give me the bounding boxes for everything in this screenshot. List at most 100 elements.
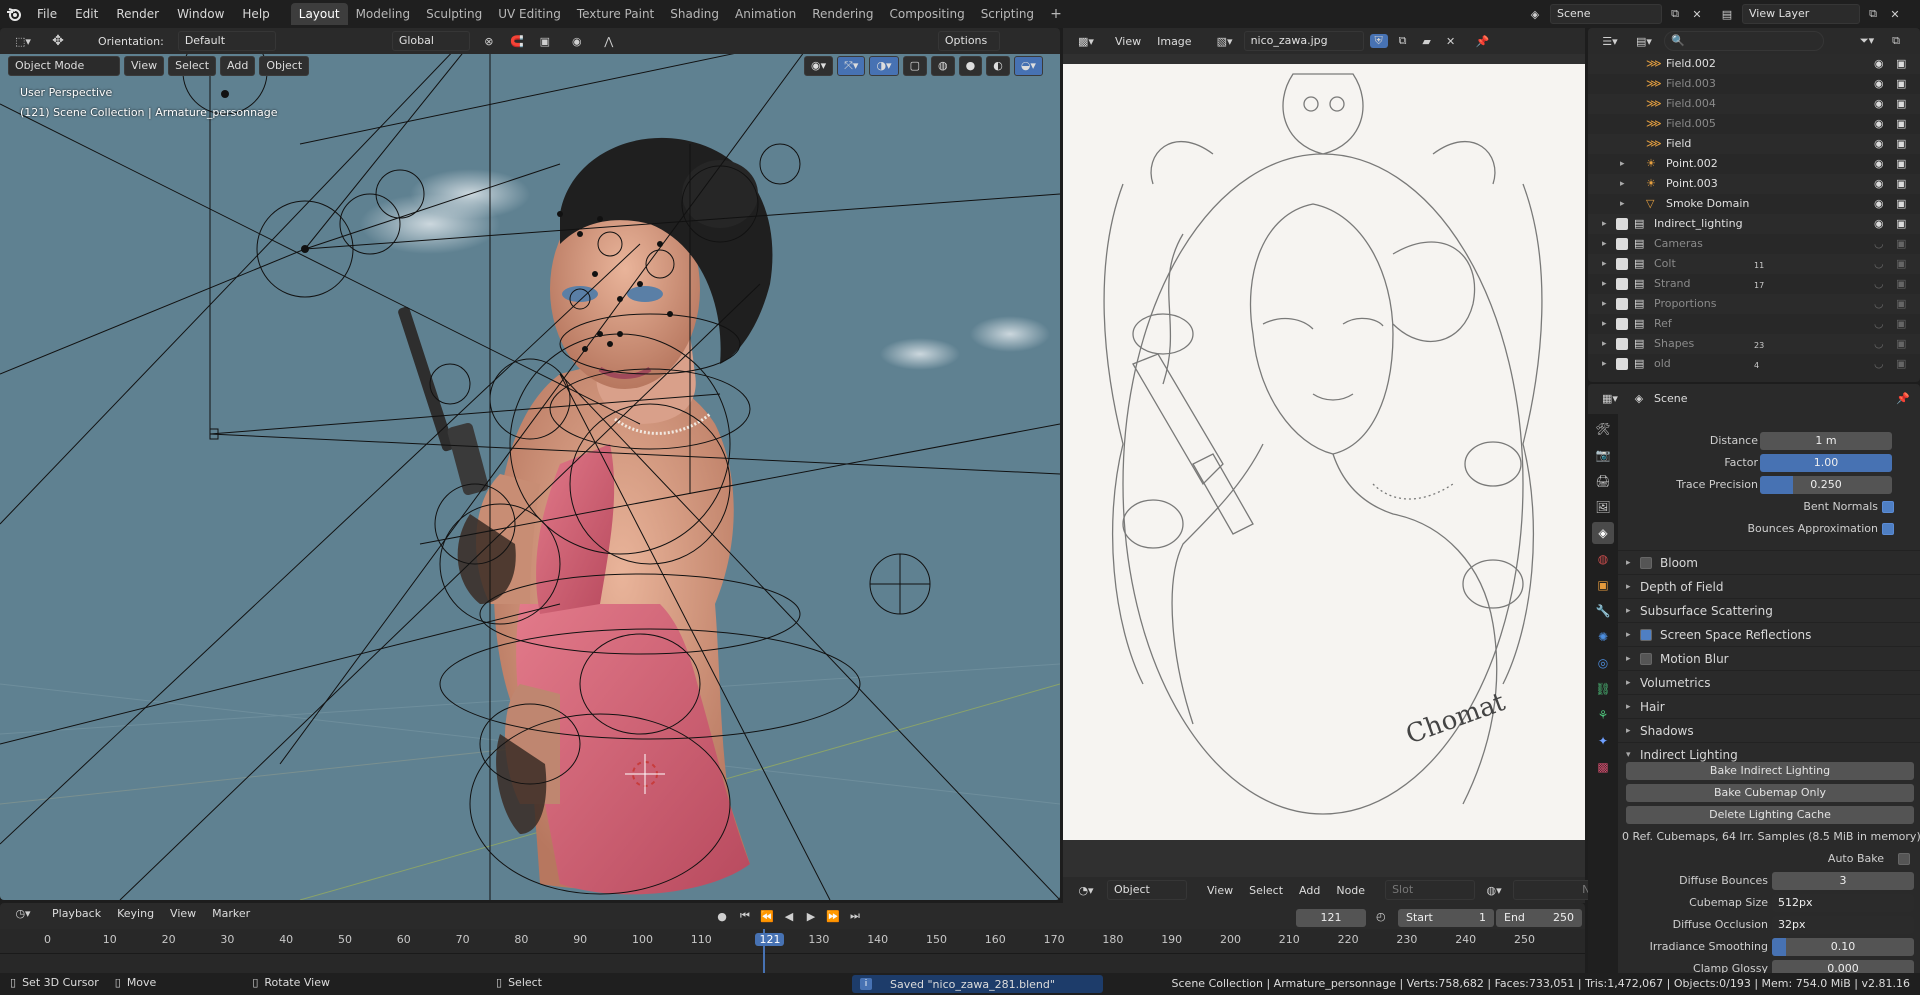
bake-indirect-lighting-button[interactable]: Bake Indirect Lighting xyxy=(1626,762,1914,780)
xray-icon[interactable]: ▢ xyxy=(902,56,927,76)
irradiance-smoothing-slider[interactable]: 0.10 xyxy=(1772,938,1914,956)
transform-tool-icon[interactable]: ✥ xyxy=(44,33,72,49)
tool-tab-icon[interactable]: 🛠 xyxy=(1592,418,1614,440)
outliner-row[interactable]: ▸ ▤ Proportions ◡ ▣ xyxy=(1588,294,1920,314)
menu-window[interactable]: Window xyxy=(168,0,233,28)
current-frame-field[interactable]: 121 xyxy=(1296,909,1366,927)
solid-shading-icon[interactable]: ● xyxy=(958,56,983,76)
options-dropdown[interactable]: Options xyxy=(937,31,1000,51)
filter-icon[interactable]: ⏷▾ xyxy=(1854,34,1880,48)
image-menu-view[interactable]: View xyxy=(1115,35,1141,48)
visibility-eye-icon[interactable]: ◉ xyxy=(1874,174,1884,194)
collection-checkbox[interactable] xyxy=(1616,318,1628,330)
output-tab-icon[interactable]: 🖨 xyxy=(1592,470,1614,492)
timeline-menu-view[interactable]: View xyxy=(170,907,196,920)
collection-checkbox[interactable] xyxy=(1616,238,1628,250)
fake-user-icon[interactable]: ⛨ xyxy=(1369,34,1388,48)
viewport-menu-add[interactable]: Add xyxy=(220,56,256,76)
collection-checkbox[interactable] xyxy=(1616,278,1628,290)
prev-keyframe-icon[interactable]: ⏪ xyxy=(758,909,776,923)
diffuse-occlusion-dropdown[interactable]: 32px xyxy=(1772,916,1914,934)
diffuse-bounces-field[interactable]: 3 xyxy=(1772,872,1914,890)
expand-arrow-icon[interactable]: ▸ xyxy=(1620,174,1625,194)
bent-normals-checkbox[interactable] xyxy=(1882,501,1894,513)
next-keyframe-icon[interactable]: ⏩ xyxy=(824,909,842,923)
outliner-row[interactable]: ▸ ☀ Point.002 ◉ ▣ xyxy=(1588,154,1920,174)
outliner-row[interactable]: ⋙ Field ◉ ▣ xyxy=(1588,134,1920,154)
visibility-eye-icon[interactable]: ◡ xyxy=(1874,274,1884,294)
node-menu-select[interactable]: Select xyxy=(1249,884,1283,897)
clock-icon[interactable]: ◴ xyxy=(1376,910,1386,923)
new-collection-icon[interactable]: ⧉ xyxy=(1886,34,1906,48)
delete-view-layer-icon[interactable]: ✕ xyxy=(1886,8,1904,21)
proportional-edit-icon[interactable]: ◉ xyxy=(564,35,590,48)
collection-checkbox[interactable] xyxy=(1616,258,1628,270)
pin-icon[interactable]: 📌 xyxy=(1474,35,1492,48)
menu-render[interactable]: Render xyxy=(107,0,168,28)
render-camera-icon[interactable]: ▣ xyxy=(1896,254,1906,274)
blender-logo-icon[interactable] xyxy=(0,0,28,28)
scene-tab-icon[interactable]: ◈ xyxy=(1592,522,1614,544)
panel-toggle-checkbox[interactable] xyxy=(1640,557,1652,569)
render-camera-icon[interactable]: ▣ xyxy=(1896,314,1906,334)
pin-properties-icon[interactable]: 📌 xyxy=(1896,392,1910,405)
open-image-icon[interactable]: ▰ xyxy=(1418,35,1436,48)
visibility-eye-icon[interactable]: ◡ xyxy=(1874,334,1884,354)
timeline-menu-keying[interactable]: Keying xyxy=(117,907,154,920)
outliner-row[interactable]: ▸ ▤ old 4 ◡ ▣ xyxy=(1588,354,1920,374)
outliner-row[interactable]: ⋙ Field.004 ◉ ▣ xyxy=(1588,94,1920,114)
outliner[interactable]: ☰▾ ▤▾ 🔍 ⏷▾ ⧉ ⋙ Field.002 ◉ ▣ ⋙ Field.003 ◉ ▣ ⋙ Fi… xyxy=(1588,28,1920,382)
3d-viewport[interactable]: User Perspective (121) Scene Collection … xyxy=(0,44,1060,900)
material-browse-icon[interactable]: ◍▾ xyxy=(1481,884,1507,897)
viewport-menu-object[interactable]: Object xyxy=(259,56,310,76)
play-reverse-icon[interactable]: ◀ xyxy=(780,909,798,923)
image-browse-icon[interactable]: ▧▾ xyxy=(1212,35,1238,48)
collection-checkbox[interactable] xyxy=(1616,298,1628,310)
expand-arrow-icon[interactable]: ▸ xyxy=(1602,254,1607,274)
render-camera-icon[interactable]: ▣ xyxy=(1896,74,1906,94)
viewport-menu-view[interactable]: View xyxy=(124,56,165,76)
panel-hair[interactable]: ▸ Hair xyxy=(1618,694,1920,718)
outliner-row[interactable]: ⋙ Field.002 ◉ ▣ xyxy=(1588,54,1920,74)
render-camera-icon[interactable]: ▣ xyxy=(1896,194,1906,214)
snap-icon[interactable]: 🧲 xyxy=(508,35,526,48)
save-report[interactable]: i Saved "nico_zawa_281.blend" xyxy=(852,975,1103,993)
slot-dropdown[interactable]: Slot xyxy=(1385,880,1476,900)
gizmo-icon[interactable]: ⤧▾ xyxy=(837,56,866,76)
visibility-eye-icon[interactable]: ◉ xyxy=(1874,114,1884,134)
display-mode-icon[interactable]: ▤▾ xyxy=(1630,35,1658,48)
panel-subsurface-scattering[interactable]: ▸ Subsurface Scattering xyxy=(1618,598,1920,622)
transform-space-dropdown[interactable]: Global xyxy=(391,31,470,51)
falloff-icon[interactable]: ⋀ xyxy=(596,35,622,48)
expand-arrow-icon[interactable]: ▸ xyxy=(1620,154,1625,174)
panel-depth-of-field[interactable]: ▸ Depth of Field xyxy=(1618,574,1920,598)
modifier-tab-icon[interactable]: 🔧 xyxy=(1592,600,1614,622)
tab-layout[interactable]: Layout xyxy=(290,3,348,25)
render-camera-icon[interactable]: ▣ xyxy=(1896,354,1906,374)
panel-toggle-checkbox[interactable] xyxy=(1640,629,1652,641)
snap-target-icon[interactable]: ▣ xyxy=(532,35,558,48)
node-editor-type-icon[interactable]: ◔▾ xyxy=(1071,884,1101,897)
properties-editor[interactable]: ▦▾ ◈ Scene 📌 🛠 📷 🖨 🖼 ◈ ◍ ▣ 🔧 ✺ ◎ ⛓ ⚘ ✦ ▩… xyxy=(1588,384,1920,980)
outliner-row[interactable]: ▸ ☀ Point.003 ◉ ▣ xyxy=(1588,174,1920,194)
view-layer-tab-icon[interactable]: 🖼 xyxy=(1592,496,1614,518)
rendered-shading-icon[interactable]: ◒▾ xyxy=(1013,56,1043,76)
jump-start-icon[interactable]: ⏮ xyxy=(736,909,754,923)
start-frame-field[interactable]: Start 1 xyxy=(1398,909,1494,927)
render-camera-icon[interactable]: ▣ xyxy=(1896,334,1906,354)
delete-lighting-cache-button[interactable]: Delete Lighting Cache xyxy=(1626,806,1914,824)
outliner-row[interactable]: ⋙ Field.005 ◉ ▣ xyxy=(1588,114,1920,134)
render-tab-icon[interactable]: 📷 xyxy=(1592,444,1614,466)
expand-arrow-icon[interactable]: ▸ xyxy=(1602,314,1607,334)
tab-texture-paint[interactable]: Texture Paint xyxy=(569,3,662,25)
expand-arrow-icon[interactable]: ▸ xyxy=(1602,274,1607,294)
render-camera-icon[interactable]: ▣ xyxy=(1896,274,1906,294)
world-tab-icon[interactable]: ◍ xyxy=(1592,548,1614,570)
constraints-tab-icon[interactable]: ⛓ xyxy=(1592,678,1614,700)
visibility-eye-icon[interactable]: ◡ xyxy=(1874,314,1884,334)
record-icon[interactable]: ● xyxy=(712,909,732,923)
trace-precision-slider[interactable]: 0.250 xyxy=(1760,476,1892,494)
timeline-type-icon[interactable]: ◷▾ xyxy=(8,907,38,920)
tab-sculpting[interactable]: Sculpting xyxy=(418,3,490,25)
pivot-icon[interactable]: ⊗ xyxy=(476,35,502,48)
